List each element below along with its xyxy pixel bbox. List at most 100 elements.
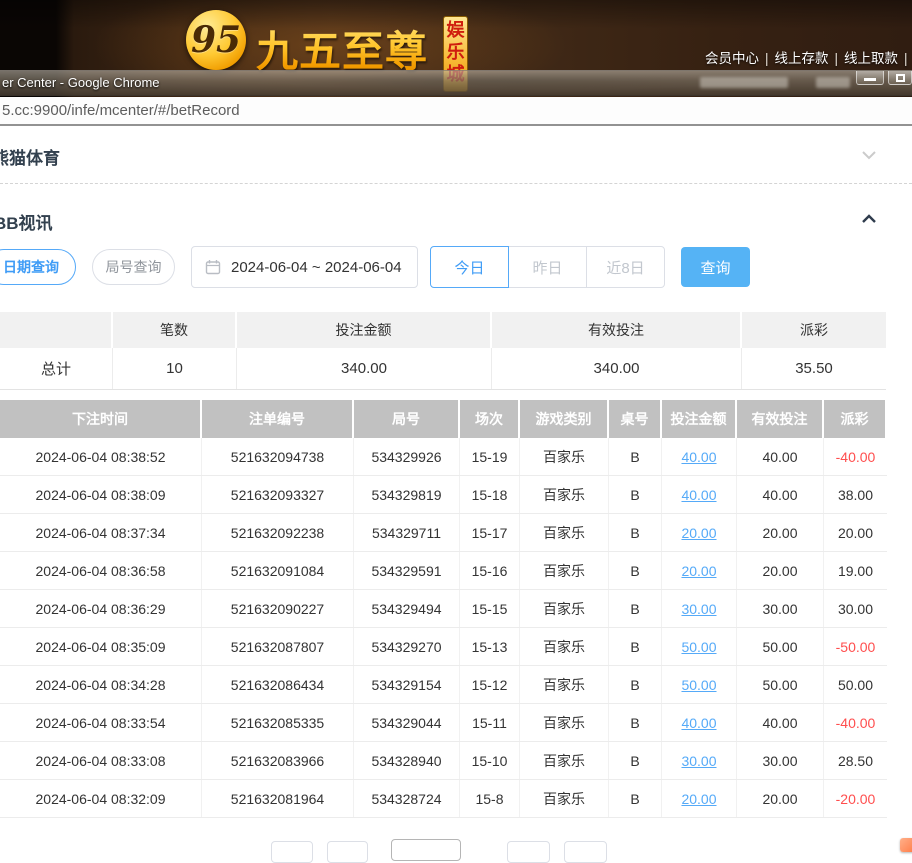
bet-payout: 20.00 (837, 524, 874, 541)
window-maximize-button[interactable] (888, 71, 912, 85)
nav-separator: | (904, 51, 908, 66)
bet-column-header: 投注金额 (662, 400, 735, 438)
bet-game-type: 百家乐 (520, 590, 609, 627)
pagination-page-size-select[interactable] (391, 839, 461, 861)
bet-order-id: 521632083966 (202, 742, 354, 779)
bet-table-id: B (609, 590, 662, 627)
bet-amount-link[interactable]: 20.00 (662, 780, 737, 817)
bet-column-header: 场次 (460, 400, 518, 438)
summary-header-valid-bet: 有效投注 (492, 312, 740, 348)
bet-valid-amount: 50.00 (737, 628, 824, 665)
bet-amount-link[interactable]: 50.00 (662, 628, 737, 665)
bet-payout: -50.00 (835, 638, 876, 655)
bet-session: 15-13 (460, 628, 520, 665)
bet-order-id: 521632094738 (202, 438, 354, 475)
nav-link-member-center[interactable]: 会员中心 (705, 51, 759, 66)
chevron-up-icon[interactable] (860, 210, 878, 228)
bet-amount-link[interactable]: 40.00 (662, 438, 737, 475)
date-range-input[interactable]: 2024-06-04 ~ 2024-06-04 (191, 246, 418, 288)
bet-payout: -20.00 (835, 790, 876, 807)
summary-header-bet-amount: 投注金额 (237, 312, 490, 348)
bet-game-type: 百家乐 (520, 666, 609, 703)
bet-time: 2024-06-04 08:34:28 (0, 666, 202, 703)
bet-order-id: 521632086434 (202, 666, 354, 703)
table-row: 2024-06-04 08:38:09 521632093327 534329819… (0, 476, 887, 514)
bet-time: 2024-06-04 08:32:09 (0, 780, 202, 817)
table-row: 2024-06-04 08:32:09 521632081964 534328724… (0, 780, 887, 818)
bet-valid-amount: 30.00 (737, 590, 824, 627)
bet-time: 2024-06-04 08:38:09 (0, 476, 202, 513)
bet-table-body: 2024-06-04 08:38:52 521632094738 534329926… (0, 438, 887, 818)
bet-valid-amount: 30.00 (737, 742, 824, 779)
bet-table-id: B (609, 704, 662, 741)
bet-column-header: 局号 (354, 400, 458, 438)
pagination-page-button[interactable] (327, 841, 368, 863)
bet-amount-link[interactable]: 30.00 (662, 742, 737, 779)
round-query-tab[interactable]: 局号查询 (92, 249, 175, 285)
summary-header-count: 笔数 (113, 312, 235, 348)
bet-payout: -40.00 (835, 448, 876, 465)
search-button[interactable]: 查询 (681, 247, 750, 287)
redacted-text-block (700, 77, 788, 88)
bet-round-id: 534328940 (354, 742, 460, 779)
bet-session: 15-17 (460, 514, 520, 551)
bet-order-id: 521632092238 (202, 514, 354, 551)
table-row: 2024-06-04 08:36:29 521632090227 534329494… (0, 590, 887, 628)
summary-count-value: 10 (113, 348, 237, 389)
bet-amount-link[interactable]: 20.00 (662, 552, 737, 589)
table-row: 2024-06-04 08:34:28 521632086434 534329154… (0, 666, 887, 704)
pagination-prev-button[interactable] (271, 841, 313, 863)
date-range-value: 2024-06-04 ~ 2024-06-04 (231, 258, 402, 276)
bet-payout: 38.00 (837, 486, 874, 503)
bet-column-header: 注单编号 (202, 400, 352, 438)
pagination-page-button[interactable] (507, 841, 550, 863)
badge-char: 乐 (446, 42, 465, 62)
table-row: 2024-06-04 08:35:09 521632087807 534329270… (0, 628, 887, 666)
summary-bet-amount-value: 340.00 (237, 348, 492, 389)
bet-session: 15-10 (460, 742, 520, 779)
bet-amount-link[interactable]: 40.00 (662, 704, 737, 741)
nav-separator: | (834, 51, 839, 66)
yesterday-button[interactable]: 昨日 (508, 246, 587, 288)
maximize-icon (895, 73, 905, 82)
today-button[interactable]: 今日 (430, 246, 509, 288)
bet-table-header-row: 下注时间 注单编号 局号 场次 游戏类别 桌号 投注金额 有效投注 派彩 (0, 400, 887, 438)
table-row: 2024-06-04 08:36:58 521632091084 534329591… (0, 552, 887, 590)
bet-valid-amount: 20.00 (737, 780, 824, 817)
bet-records-table: 下注时间 注单编号 局号 场次 游戏类别 桌号 投注金额 有效投注 派彩 2024-06-04 … (0, 400, 887, 818)
bet-round-id: 534328724 (354, 780, 460, 817)
bet-round-id: 534329154 (354, 666, 460, 703)
pagination-next-button[interactable] (564, 841, 607, 863)
bet-payout: 50.00 (837, 676, 874, 693)
bet-amount-link[interactable]: 40.00 (662, 476, 737, 513)
bet-amount-link[interactable]: 30.00 (662, 590, 737, 627)
bet-order-id: 521632093327 (202, 476, 354, 513)
summary-valid-bet-value: 340.00 (492, 348, 742, 389)
bet-amount-link[interactable]: 50.00 (662, 666, 737, 703)
bet-payout: 30.00 (837, 600, 874, 617)
window-minimize-button[interactable] (856, 71, 884, 85)
bet-game-type: 百家乐 (520, 514, 609, 551)
bet-amount-link[interactable]: 20.00 (662, 514, 737, 551)
bet-session: 15-18 (460, 476, 520, 513)
minimize-icon (864, 78, 876, 81)
chevron-down-icon[interactable] (860, 146, 878, 164)
section-divider (0, 183, 912, 184)
logo-number: 95 (190, 19, 242, 61)
bet-valid-amount: 40.00 (737, 438, 824, 475)
bet-table-id: B (609, 742, 662, 779)
bet-time: 2024-06-04 08:38:52 (0, 438, 202, 475)
summary-total-row: 总计 10 340.00 340.00 35.50 (0, 348, 886, 390)
floating-action-button[interactable] (900, 838, 912, 852)
section-title-panda-sports: 熊猫体育 (0, 149, 60, 168)
table-row: 2024-06-04 08:33:54 521632085335 534329044… (0, 704, 887, 742)
bet-session: 15-11 (460, 704, 520, 741)
bet-round-id: 534329711 (354, 514, 460, 551)
date-query-tab[interactable]: 日期查询 (0, 249, 76, 285)
calendar-icon (205, 260, 221, 275)
bet-round-id: 534329270 (354, 628, 460, 665)
nav-link-online-deposit[interactable]: 线上存款 (775, 51, 829, 66)
bet-game-type: 百家乐 (520, 780, 609, 817)
last-8-days-button[interactable]: 近8日 (586, 246, 665, 288)
nav-link-online-withdraw[interactable]: 线上取款 (844, 51, 898, 66)
